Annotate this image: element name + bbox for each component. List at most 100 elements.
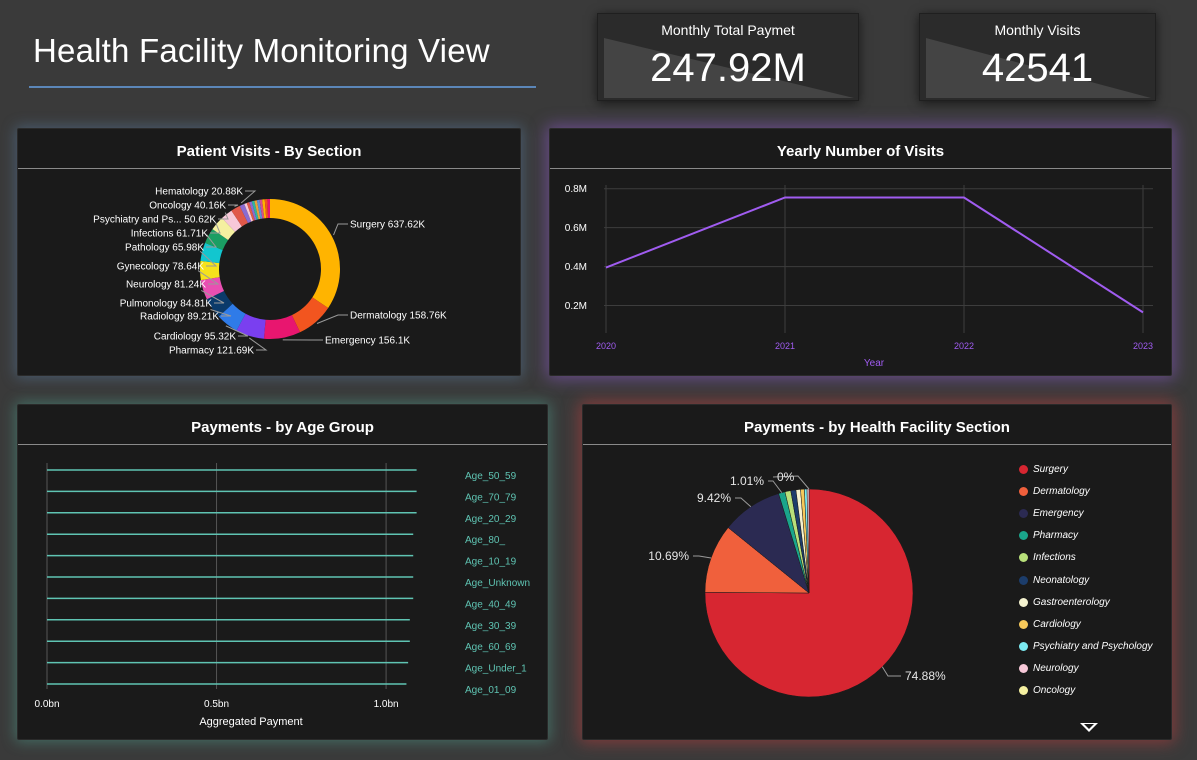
legend-swatch: [1019, 619, 1028, 629]
data-label: Pulmonology 84.81K: [120, 299, 213, 310]
kpi-card-monthly-payment[interactable]: Monthly Total Paymet 247.92M: [597, 13, 859, 101]
legend-label: Oncology: [1033, 685, 1076, 697]
data-label: 74.88%: [905, 669, 946, 683]
legend-swatch: [1019, 553, 1028, 563]
category-label: Age_Unknown: [465, 578, 530, 589]
category-label: Age_01_09: [465, 685, 517, 696]
legend-label: Infections: [1033, 552, 1076, 564]
leader-line: [735, 497, 752, 508]
y-tick-label: 0.8M: [565, 184, 587, 195]
data-label: Pathology 65.98K: [125, 243, 204, 254]
leader-line: [693, 555, 712, 559]
data-label: Neurology 81.24K: [126, 280, 206, 291]
kpi-card-monthly-visits[interactable]: Monthly Visits 42541: [919, 13, 1156, 101]
panel-yearly-visits[interactable]: Yearly Number of Visits 0.2M 0.4M 0.6M 0.8M…: [549, 128, 1172, 376]
pie-legend: Surgery Dermatology Emergency Pharmacy Infec…: [1019, 458, 1169, 702]
panel-payments-age[interactable]: Payments - by Age Group 0.0bn 0.5bn 1.0bn A…: [17, 404, 548, 740]
legend-item[interactable]: Surgery: [1019, 458, 1169, 480]
title-underline: [29, 86, 536, 88]
x-tick-label: 2023: [1133, 341, 1153, 351]
category-label: Age_70_79: [465, 492, 517, 503]
legend-label: Psychiatry and Psychology: [1033, 641, 1153, 653]
legend-item[interactable]: Neurology: [1019, 658, 1169, 680]
legend-label: Neurology: [1033, 663, 1079, 675]
kpi-label: Monthly Total Paymet: [661, 22, 795, 38]
legend-item[interactable]: Oncology: [1019, 680, 1169, 702]
legend-item[interactable]: Dermatology: [1019, 480, 1169, 502]
panel-payments-section[interactable]: Payments - by Health Facility Section 74…: [582, 404, 1172, 740]
legend-swatch: [1019, 464, 1028, 474]
donut-chart[interactable]: Surgery 637.62K Dermatology 158.76K Emerge…: [18, 129, 522, 377]
legend-item[interactable]: Emergency: [1019, 502, 1169, 524]
legend-scroll-down-icon[interactable]: [1080, 723, 1098, 732]
legend-swatch: [1019, 642, 1028, 652]
leader-line: [881, 666, 901, 677]
panel-patient-visits[interactable]: Patient Visits - By Section Surgery 637.…: [17, 128, 521, 376]
category-label: Age_30_39: [465, 621, 517, 632]
legend-swatch: [1019, 486, 1028, 496]
data-label: 9.42%: [697, 491, 731, 505]
x-tick-label: 1.0bn: [374, 699, 399, 710]
x-tick-label: 2020: [596, 341, 616, 351]
donut-slice[interactable]: [270, 199, 340, 308]
kpi-value: 42541: [981, 46, 1094, 90]
x-tick-label: 2021: [775, 341, 795, 351]
data-label: Gynecology 78.64K: [117, 262, 205, 273]
series-line[interactable]: [605, 196, 1144, 314]
category-label: Age_80_: [465, 535, 505, 546]
kpi-label: Monthly Visits: [994, 22, 1081, 38]
legend-label: Gastroenterology: [1033, 596, 1110, 608]
y-tick-label: 0.4M: [565, 262, 587, 273]
legend-swatch: [1019, 597, 1028, 607]
y-tick-label: 0.6M: [565, 223, 587, 234]
page-title: Health Facility Monitoring View: [33, 32, 490, 69]
x-tick-label: 0.0bn: [34, 699, 59, 710]
category-label: Age_20_29: [465, 514, 517, 525]
leader-line: [316, 314, 348, 324]
legend-label: Neonatology: [1033, 574, 1090, 586]
data-label: Radiology 89.21K: [140, 312, 219, 323]
leader-line: [333, 223, 348, 236]
data-label: 1.01%: [730, 474, 764, 488]
legend-item[interactable]: Gastroenterology: [1019, 591, 1169, 613]
legend-item[interactable]: Infections: [1019, 547, 1169, 569]
category-label: Age_10_19: [465, 557, 517, 568]
x-tick-label: 2022: [954, 341, 974, 351]
bar-chart[interactable]: 0.0bn 0.5bn 1.0bn Age_50_59 Age_70_79 Age_20_…: [18, 405, 549, 741]
legend-swatch: [1019, 508, 1028, 518]
x-axis-label: Aggregated Payment: [199, 716, 302, 728]
x-axis-label: Year: [864, 358, 885, 369]
data-label: Infections 61.71K: [131, 229, 209, 240]
data-label: Emergency 156.1K: [325, 336, 410, 347]
data-label: Surgery 637.62K: [350, 220, 425, 231]
leader-line: [228, 204, 239, 207]
legend-label: Dermatology: [1033, 485, 1090, 497]
data-label: 0%: [777, 470, 795, 484]
category-label: Age_60_69: [465, 642, 517, 653]
legend-item[interactable]: Neonatology: [1019, 569, 1169, 591]
y-tick-label: 0.2M: [565, 301, 587, 312]
data-label: Psychiatry and Ps... 50.62K: [93, 215, 216, 226]
line-chart[interactable]: 0.2M 0.4M 0.6M 0.8M 2020 2021 2022 2023 Year: [550, 129, 1173, 377]
category-label: Age_Under_1: [465, 664, 527, 675]
data-label: Cardiology 95.32K: [154, 332, 237, 343]
category-label: Age_40_49: [465, 599, 517, 610]
x-tick-label: 0.5bn: [204, 699, 229, 710]
data-label: Hematology 20.88K: [155, 187, 243, 198]
legend-item[interactable]: Cardiology: [1019, 613, 1169, 635]
legend-item[interactable]: Psychiatry and Psychology: [1019, 636, 1169, 658]
legend-label: Surgery: [1033, 463, 1069, 475]
legend-label: Emergency: [1033, 507, 1084, 519]
data-label: Pharmacy 121.69K: [169, 346, 254, 357]
legend-swatch: [1019, 664, 1028, 674]
data-label: 10.69%: [648, 549, 689, 563]
legend-label: Cardiology: [1033, 618, 1081, 630]
legend-label: Pharmacy: [1033, 530, 1079, 542]
legend-swatch: [1019, 575, 1028, 585]
data-label: Dermatology 158.76K: [350, 311, 447, 322]
kpi-value: 247.92M: [650, 46, 806, 90]
legend-swatch: [1019, 531, 1028, 541]
data-label: Oncology 40.16K: [149, 201, 226, 212]
legend-item[interactable]: Pharmacy: [1019, 525, 1169, 547]
category-label: Age_50_59: [465, 471, 517, 482]
